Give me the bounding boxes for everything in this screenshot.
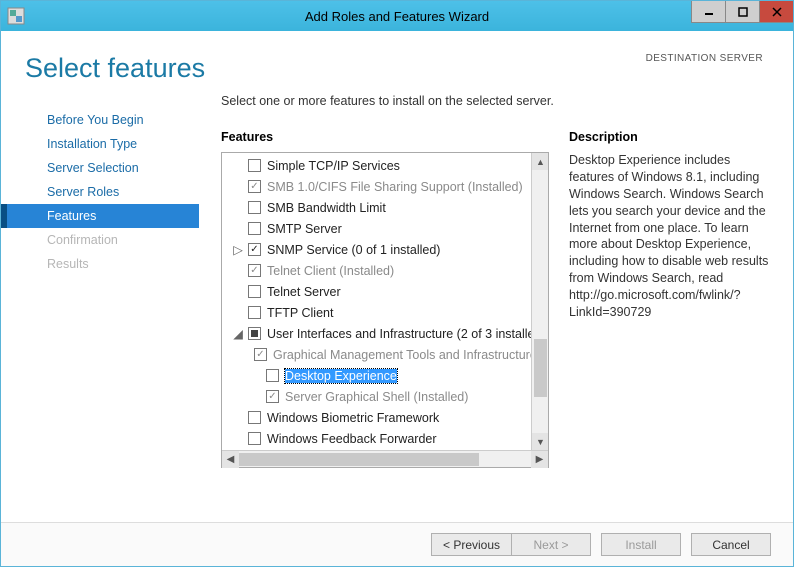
horizontal-scrollbar[interactable]: ◀ ▶ <box>222 450 548 467</box>
nav-step-confirmation: Confirmation <box>1 228 199 252</box>
instruction-text: Select one or more features to install o… <box>221 94 769 108</box>
content-area: Select features DESTINATION SERVER Befor… <box>1 31 793 566</box>
vertical-scrollbar[interactable]: ▲ ▼ <box>531 153 548 450</box>
wizard-icon <box>7 7 25 25</box>
scroll-down-arrow[interactable]: ▼ <box>532 433 548 450</box>
feature-label: Desktop Experience <box>285 369 397 383</box>
feature-checkbox[interactable] <box>266 369 279 382</box>
feature-row[interactable]: ◢ User Interfaces and Infrastructure (2 o… <box>222 323 548 344</box>
description-heading: Description <box>569 130 769 144</box>
feature-checkbox[interactable] <box>248 327 261 340</box>
feature-checkbox[interactable] <box>248 306 261 319</box>
feature-row[interactable]: Graphical Management Tools and Infrastru… <box>222 344 548 365</box>
feature-row[interactable]: TFTP Client <box>222 302 548 323</box>
expander-icon[interactable]: ◢ <box>232 326 244 341</box>
window-controls <box>691 1 793 23</box>
feature-row[interactable]: ▷ SNMP Service (0 of 1 installed) <box>222 239 548 260</box>
feature-label: Simple TCP/IP Services <box>267 159 400 173</box>
feature-checkbox[interactable] <box>248 432 261 445</box>
feature-row[interactable]: SMTP Server <box>222 218 548 239</box>
feature-row[interactable]: Telnet Server <box>222 281 548 302</box>
feature-checkbox[interactable] <box>248 243 261 256</box>
feature-row[interactable]: Windows Biometric Framework <box>222 407 548 428</box>
feature-row[interactable]: Server Graphical Shell (Installed) <box>222 386 548 407</box>
feature-label: Windows Feedback Forwarder <box>267 432 437 446</box>
feature-row[interactable]: SMB 1.0/CIFS File Sharing Support (Insta… <box>222 176 548 197</box>
next-button[interactable]: Next > <box>511 533 591 556</box>
feature-checkbox[interactable] <box>248 201 261 214</box>
feature-label: SMTP Server <box>267 222 342 236</box>
feature-checkbox <box>266 390 279 403</box>
description-text: Desktop Experience includes features of … <box>569 152 769 321</box>
feature-label: Server Graphical Shell (Installed) <box>285 390 468 404</box>
features-heading: Features <box>221 130 549 144</box>
feature-label: SMB Bandwidth Limit <box>267 201 386 215</box>
feature-label: Windows Biometric Framework <box>267 411 439 425</box>
feature-checkbox[interactable] <box>248 159 261 172</box>
nav-step-results: Results <box>1 252 199 276</box>
nav-step-features[interactable]: Features <box>1 204 199 228</box>
feature-row[interactable]: Windows Feedback Forwarder <box>222 428 548 449</box>
feature-label: Telnet Server <box>267 285 341 299</box>
wizard-nav: Before You BeginInstallation TypeServer … <box>1 94 199 468</box>
nav-step-installation-type[interactable]: Installation Type <box>1 132 199 156</box>
feature-row[interactable]: Telnet Client (Installed) <box>222 260 548 281</box>
feature-label: SMB 1.0/CIFS File Sharing Support (Insta… <box>267 180 523 194</box>
nav-step-server-roles[interactable]: Server Roles <box>1 180 199 204</box>
feature-row[interactable]: Simple TCP/IP Services <box>222 155 548 176</box>
horizontal-scroll-thumb[interactable] <box>239 453 479 466</box>
feature-checkbox[interactable] <box>248 411 261 424</box>
feature-checkbox <box>254 348 267 361</box>
feature-row[interactable]: SMB Bandwidth Limit <box>222 197 548 218</box>
feature-label: Graphical Management Tools and Infrastru… <box>273 348 548 362</box>
feature-label: SNMP Service (0 of 1 installed) <box>267 243 440 257</box>
minimize-button[interactable] <box>691 1 725 23</box>
titlebar: Add Roles and Features Wizard <box>1 1 793 31</box>
destination-server-label: DESTINATION SERVER <box>646 53 763 64</box>
nav-step-server-selection[interactable]: Server Selection <box>1 156 199 180</box>
feature-row[interactable]: Desktop Experience <box>222 365 548 386</box>
feature-label: TFTP Client <box>267 306 333 320</box>
feature-checkbox <box>248 180 261 193</box>
scroll-right-arrow[interactable]: ▶ <box>531 451 548 468</box>
page-title: Select features <box>25 53 205 84</box>
previous-button[interactable]: < Previous <box>431 533 511 556</box>
feature-checkbox[interactable] <box>248 285 261 298</box>
cancel-button[interactable]: Cancel <box>691 533 771 556</box>
expander-icon[interactable]: ▷ <box>232 242 244 257</box>
button-bar: < Previous Next > Install Cancel <box>1 522 793 566</box>
features-tree[interactable]: Simple TCP/IP Services SMB 1.0/CIFS File … <box>221 152 549 468</box>
feature-checkbox <box>248 264 261 277</box>
scroll-up-arrow[interactable]: ▲ <box>532 153 548 170</box>
feature-label: User Interfaces and Infrastructure (2 of… <box>267 327 546 341</box>
install-button[interactable]: Install <box>601 533 681 556</box>
maximize-button[interactable] <box>725 1 759 23</box>
nav-step-before-you-begin[interactable]: Before You Begin <box>1 108 199 132</box>
feature-label: Telnet Client (Installed) <box>267 264 394 278</box>
close-button[interactable] <box>759 1 793 23</box>
scroll-left-arrow[interactable]: ◀ <box>222 451 239 468</box>
vertical-scroll-thumb[interactable] <box>534 339 547 397</box>
window-title: Add Roles and Features Wizard <box>305 9 489 24</box>
feature-checkbox[interactable] <box>248 222 261 235</box>
